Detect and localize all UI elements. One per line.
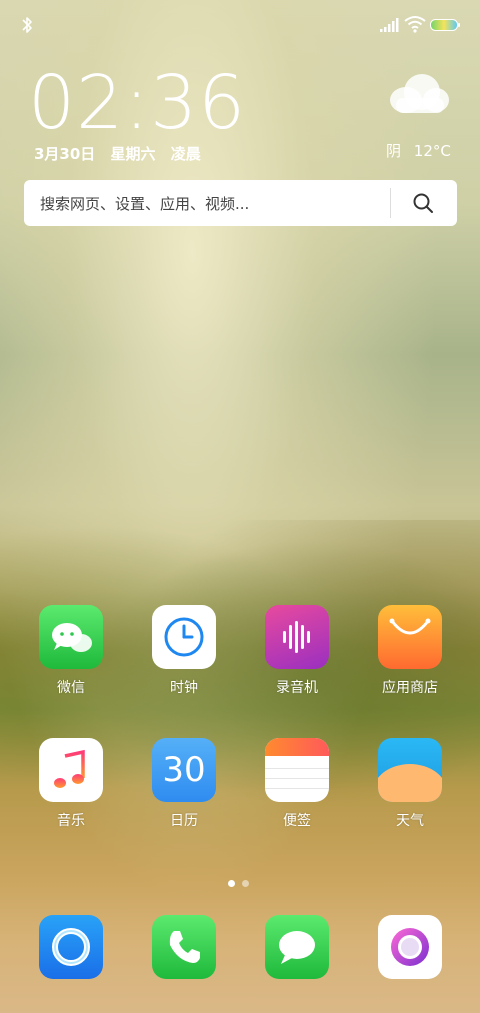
- clock-weekday: 星期六: [110, 145, 156, 163]
- page-dot-active[interactable]: [228, 880, 235, 887]
- browser-icon: [39, 915, 103, 979]
- signal-icon: [380, 18, 399, 32]
- app-store[interactable]: 应用商店: [365, 605, 455, 697]
- app-recorder[interactable]: 录音机: [252, 605, 342, 697]
- messages-icon: [265, 915, 329, 979]
- weather-icon: [378, 738, 442, 802]
- bluetooth-icon: [22, 17, 32, 33]
- recorder-icon: [265, 605, 329, 669]
- app-phone[interactable]: [139, 915, 229, 979]
- app-store-icon: [378, 605, 442, 669]
- music-icon: [39, 738, 103, 802]
- cloud-icon[interactable]: [386, 72, 450, 114]
- phone-icon: [152, 915, 216, 979]
- camera-icon: [378, 915, 442, 979]
- status-bar: [0, 0, 480, 50]
- calendar-date-number: 30: [162, 750, 206, 790]
- app-label: 微信: [57, 680, 85, 696]
- notes-icon: [265, 738, 329, 802]
- app-messages[interactable]: [252, 915, 342, 979]
- app-wechat[interactable]: 微信: [26, 605, 116, 697]
- clock-date-row: 3月30日 星期六 凌晨: [34, 143, 211, 164]
- app-label: 应用商店: [382, 680, 438, 696]
- app-calendar[interactable]: 30 日历: [139, 738, 229, 830]
- weather-condition: 阴: [386, 142, 402, 160]
- app-music[interactable]: 音乐: [26, 738, 116, 830]
- app-weather[interactable]: 天气: [365, 738, 455, 830]
- app-label: 天气: [396, 813, 424, 829]
- clock-icon: [152, 605, 216, 669]
- clock-date: 3月30日: [34, 145, 96, 163]
- app-label: 日历: [170, 813, 198, 829]
- app-camera[interactable]: [365, 915, 455, 979]
- app-label: 音乐: [57, 813, 85, 829]
- search-divider: [390, 188, 391, 218]
- search-bar[interactable]: 搜索网页、设置、应用、视频...: [24, 180, 457, 226]
- app-label: 录音机: [276, 680, 318, 696]
- search-icon[interactable]: [412, 192, 434, 214]
- calendar-icon: 30: [152, 738, 216, 802]
- clock-period: 凌晨: [170, 145, 201, 163]
- page-dot-inactive[interactable]: [242, 880, 249, 887]
- app-label: 时钟: [170, 680, 198, 696]
- weather-info[interactable]: 阴 12°C: [386, 140, 459, 161]
- battery-icon: [430, 19, 460, 31]
- app-browser[interactable]: [26, 915, 116, 979]
- search-input[interactable]: 搜索网页、设置、应用、视频...: [40, 193, 249, 214]
- page-indicator: [228, 872, 256, 891]
- app-notes[interactable]: 便签: [252, 738, 342, 830]
- clock-time[interactable]: 02:36: [28, 66, 246, 140]
- app-label: 便签: [283, 813, 311, 829]
- wifi-icon: [404, 16, 426, 33]
- weather-temperature: 12°C: [413, 142, 451, 160]
- wechat-icon: [39, 605, 103, 669]
- app-clock[interactable]: 时钟: [139, 605, 229, 697]
